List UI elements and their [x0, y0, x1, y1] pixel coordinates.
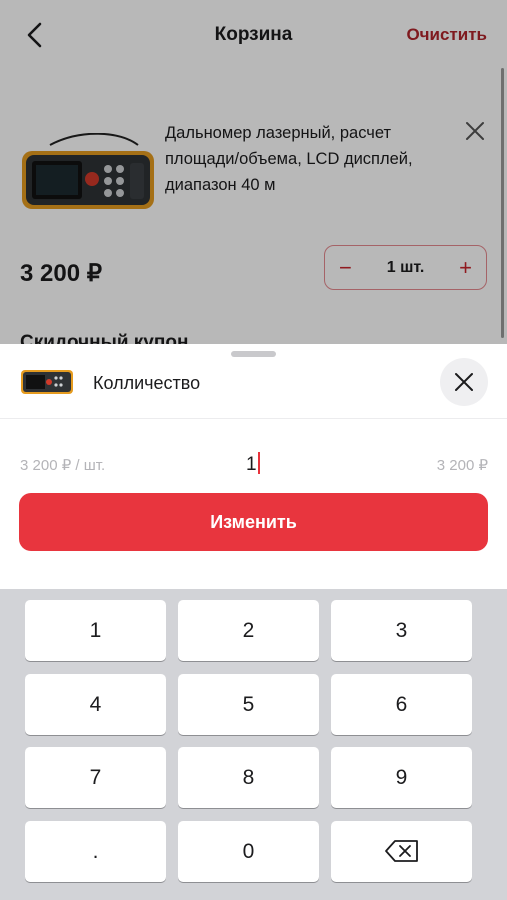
numeric-keypad: 1 2 3 4 5 6 7 8 9 . 0 — [0, 589, 507, 900]
sheet-title: Колличество — [93, 373, 201, 393]
divider — [0, 418, 507, 419]
close-sheet-button[interactable] — [440, 358, 488, 406]
key-5[interactable]: 5 — [178, 674, 319, 735]
key-4[interactable]: 4 — [25, 674, 166, 735]
quantity-input-value: 1 — [246, 454, 257, 475]
sheet-product-thumbnail — [20, 366, 74, 396]
key-8[interactable]: 8 — [178, 747, 319, 808]
key-7[interactable]: 7 — [25, 747, 166, 808]
quantity-input[interactable]: 1 — [246, 452, 260, 476]
unit-price: 3 200 ₽ / шт. — [20, 457, 106, 474]
key-2[interactable]: 2 — [178, 600, 319, 661]
close-icon — [455, 373, 473, 391]
total-price: 3 200 ₽ — [436, 457, 488, 474]
key-0[interactable]: 0 — [178, 821, 319, 882]
key-3[interactable]: 3 — [331, 600, 472, 661]
rangefinder-thumbnail — [21, 370, 73, 394]
key-1[interactable]: 1 — [25, 600, 166, 661]
sheet-grabber[interactable] — [231, 351, 276, 357]
text-caret — [257, 452, 260, 474]
backspace-icon — [385, 840, 418, 862]
change-quantity-button[interactable]: Изменить — [19, 493, 488, 551]
key-9[interactable]: 9 — [331, 747, 472, 808]
key-backspace[interactable] — [331, 821, 472, 882]
key-decimal[interactable]: . — [25, 821, 166, 882]
key-6[interactable]: 6 — [331, 674, 472, 735]
